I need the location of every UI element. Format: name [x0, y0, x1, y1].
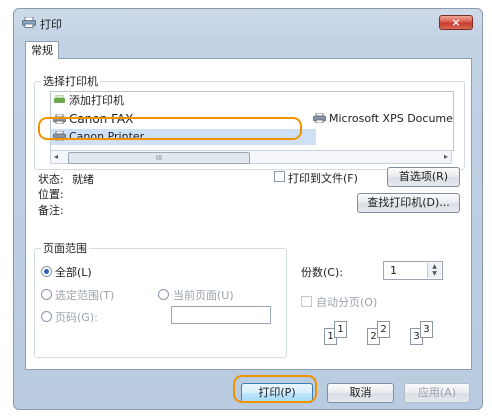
- close-button[interactable]: ×: [439, 15, 473, 30]
- printer-item-label: Canon Printer: [69, 130, 145, 143]
- page-range-legend: 页面范围: [43, 242, 87, 255]
- comment-label: 备注:: [38, 204, 64, 217]
- page-range-current-label: 当前页面(U): [173, 289, 234, 302]
- collate-page-icon: 3: [420, 321, 433, 338]
- scroll-right-icon[interactable]: ▸: [444, 151, 448, 163]
- status-value: 就绪: [72, 173, 94, 186]
- scroll-left-icon[interactable]: ◂: [54, 151, 58, 163]
- print-to-file-checkbox[interactable]: [274, 171, 285, 182]
- collate-page-icon: 1: [334, 321, 347, 338]
- printer-icon: [53, 114, 66, 124]
- printer-list-scrollbar[interactable]: ◂ III ▸: [50, 150, 452, 164]
- printer-list[interactable]: 添加打印机 Canon FAX Canon Printer Microsoft …: [50, 91, 454, 151]
- page-range-all-radio[interactable]: [41, 266, 52, 277]
- collate-checkbox[interactable]: [301, 296, 312, 307]
- printer-item-label: Canon FAX: [69, 112, 134, 126]
- add-printer-icon: [54, 95, 65, 103]
- printer-icon: [313, 113, 326, 123]
- collate-label: 自动分页(O): [316, 296, 378, 309]
- collate-page-icon: 2: [377, 321, 390, 338]
- preferences-button[interactable]: 首选项(R): [387, 167, 460, 187]
- scroll-thumb[interactable]: III: [68, 152, 250, 164]
- printer-icon: [22, 17, 36, 28]
- title-bar[interactable]: 打印 ×: [14, 9, 482, 37]
- page-range-all-label: 全部(L): [55, 266, 92, 279]
- collate-illustration: 1 1 2 2 3 3: [324, 318, 454, 348]
- copies-label: 份数(C):: [301, 266, 343, 279]
- page-range-current-radio[interactable]: [158, 289, 169, 300]
- page-range-selection-label: 选定范围(T): [55, 289, 115, 302]
- printer-item-xps[interactable]: Microsoft XPS Docume: [313, 111, 453, 127]
- copies-stepper[interactable]: 1 ▲ ▼: [383, 261, 443, 280]
- print-dialog: 打印 × 常规 选择打印机 添加打印机 Canon FAX Canon Prin…: [13, 8, 483, 410]
- print-to-file-label: 打印到文件(F): [288, 172, 358, 185]
- copies-input[interactable]: 1: [390, 264, 397, 277]
- page-range-selection-radio[interactable]: [41, 289, 52, 300]
- print-button[interactable]: 打印(P): [241, 383, 313, 403]
- printer-item-add[interactable]: 添加打印机: [53, 93, 124, 109]
- cancel-button[interactable]: 取消: [327, 383, 394, 403]
- printer-icon: [53, 131, 66, 141]
- close-icon: ×: [451, 16, 461, 29]
- pages-input[interactable]: [171, 306, 271, 324]
- status-label: 状态:: [38, 173, 64, 186]
- tab-general[interactable]: 常规: [25, 41, 59, 59]
- location-label: 位置:: [38, 188, 64, 201]
- apply-button[interactable]: 应用(A): [404, 383, 470, 403]
- printer-item-canon-printer[interactable]: Canon Printer: [51, 129, 316, 145]
- page-range-pages-radio[interactable]: [41, 311, 52, 322]
- general-tab-panel: 选择打印机 添加打印机 Canon FAX Canon Printer Micr…: [25, 58, 472, 370]
- stepper-arrows-icon[interactable]: ▲ ▼: [427, 263, 441, 278]
- printer-item-label: 添加打印机: [69, 94, 124, 107]
- printer-item-label: Microsoft XPS Docume: [329, 112, 453, 125]
- find-printer-button[interactable]: 查找打印机(D)...: [357, 193, 460, 213]
- select-printer-legend: 选择打印机: [43, 75, 98, 88]
- window-title: 打印: [40, 18, 62, 31]
- page-range-pages-label: 页码(G):: [55, 311, 98, 324]
- printer-item-canon-fax[interactable]: Canon FAX: [53, 111, 133, 127]
